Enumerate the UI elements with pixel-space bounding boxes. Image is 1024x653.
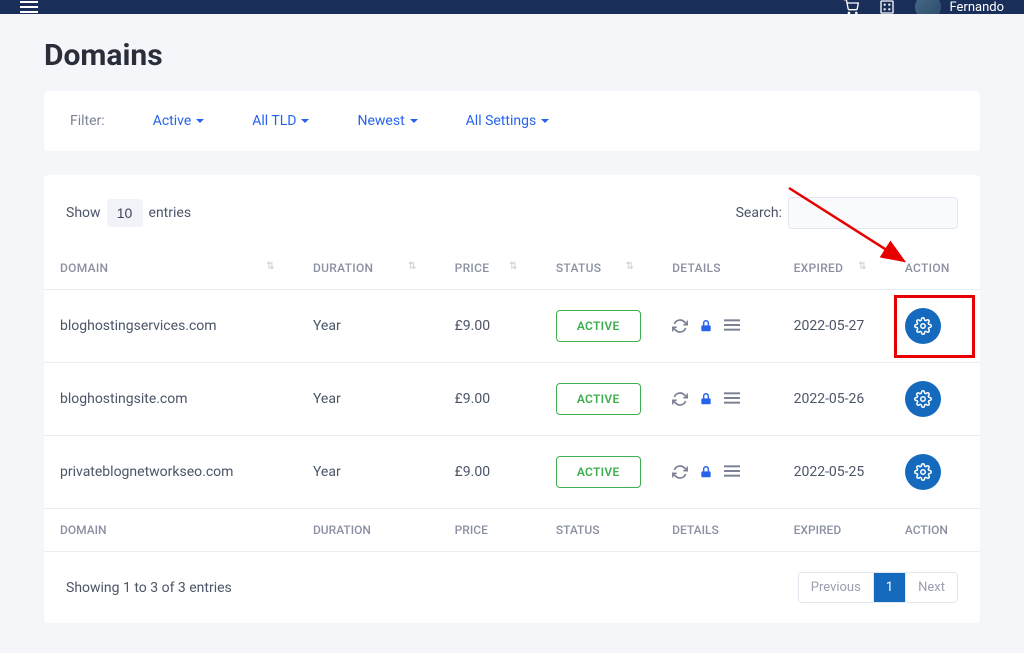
settings-action-button[interactable]	[905, 381, 941, 417]
pagination: Previous 1 Next	[798, 572, 958, 603]
refresh-icon[interactable]	[672, 464, 688, 480]
foot-duration: DURATION	[297, 509, 439, 552]
table-row: bloghostingservices.com Year £9.00 ACTIV…	[44, 290, 980, 363]
sort-icon: ⇅	[858, 261, 867, 272]
filter-bar: Filter: Active All TLD Newest All Settin…	[44, 91, 980, 151]
user-menu[interactable]: Fernando	[915, 0, 1004, 14]
col-expired[interactable]: EXPIRED⇅	[778, 247, 889, 290]
page-number-button[interactable]: 1	[874, 573, 906, 602]
status-badge: ACTIVE	[556, 310, 641, 342]
filter-status-dropdown[interactable]: Active	[153, 113, 205, 129]
chevron-down-icon	[301, 119, 309, 123]
col-details[interactable]: DETAILS	[656, 247, 777, 290]
sort-icon: ⇅	[509, 261, 518, 272]
lock-icon[interactable]	[698, 391, 714, 407]
col-duration[interactable]: DURATION⇅	[297, 247, 439, 290]
cell-domain: bloghostingsite.com	[44, 363, 297, 436]
filter-tld-dropdown[interactable]: All TLD	[252, 113, 309, 129]
list-icon[interactable]	[724, 318, 740, 334]
page-title: Domains	[0, 14, 1024, 91]
foot-action: ACTION	[889, 509, 980, 552]
show-suffix: entries	[149, 205, 192, 221]
sort-icon: ⇅	[266, 261, 275, 272]
foot-expired: EXPIRED	[778, 509, 889, 552]
domains-table: DOMAIN⇅ DURATION⇅ PRICE⇅ STATUS⇅ DETAILS…	[44, 247, 980, 552]
col-status[interactable]: STATUS⇅	[540, 247, 656, 290]
top-navigation-bar: Fernando	[0, 0, 1024, 14]
cart-icon[interactable]	[843, 0, 859, 14]
domains-table-card: Show entries Search: DOMAIN⇅ DURATION⇅ P…	[44, 175, 980, 623]
list-icon[interactable]	[724, 464, 740, 480]
cell-duration: Year	[297, 290, 439, 363]
cell-action	[889, 290, 980, 363]
cell-expired: 2022-05-27	[778, 290, 889, 363]
entries-length-control: Show entries	[66, 199, 191, 227]
cell-details	[656, 290, 777, 363]
refresh-icon[interactable]	[672, 391, 688, 407]
foot-price: PRICE	[439, 509, 540, 552]
cell-details	[656, 436, 777, 509]
filter-settings-dropdown[interactable]: All Settings	[466, 113, 550, 129]
menu-hamburger-icon[interactable]	[20, 1, 38, 13]
lock-icon[interactable]	[698, 464, 714, 480]
cell-details	[656, 363, 777, 436]
table-row: privateblognetworkseo.com Year £9.00 ACT…	[44, 436, 980, 509]
foot-details: DETAILS	[656, 509, 777, 552]
cell-domain: privateblognetworkseo.com	[44, 436, 297, 509]
settings-action-button[interactable]	[905, 454, 941, 490]
avatar	[915, 0, 941, 14]
cell-status: ACTIVE	[540, 290, 656, 363]
settings-action-button[interactable]	[905, 308, 941, 344]
user-name: Fernando	[949, 0, 1004, 14]
cell-action	[889, 363, 980, 436]
search-input[interactable]	[788, 197, 958, 229]
sort-icon: ⇅	[625, 261, 634, 272]
cell-expired: 2022-05-25	[778, 436, 889, 509]
cell-price: £9.00	[439, 290, 540, 363]
page-previous-button[interactable]: Previous	[799, 573, 874, 602]
building-icon[interactable]	[879, 0, 895, 14]
chevron-down-icon	[410, 119, 418, 123]
chevron-down-icon	[196, 119, 204, 123]
page-next-button[interactable]: Next	[906, 573, 957, 602]
show-prefix: Show	[66, 205, 101, 221]
sort-icon: ⇅	[408, 261, 417, 272]
cell-status: ACTIVE	[540, 436, 656, 509]
foot-status: STATUS	[540, 509, 656, 552]
refresh-icon[interactable]	[672, 318, 688, 334]
status-badge: ACTIVE	[556, 383, 641, 415]
col-domain[interactable]: DOMAIN⇅	[44, 247, 297, 290]
cell-price: £9.00	[439, 436, 540, 509]
filter-sort-dropdown[interactable]: Newest	[357, 113, 417, 129]
col-action[interactable]: ACTION	[889, 247, 980, 290]
status-badge: ACTIVE	[556, 456, 641, 488]
cell-price: £9.00	[439, 363, 540, 436]
cell-status: ACTIVE	[540, 363, 656, 436]
chevron-down-icon	[541, 119, 549, 123]
cell-action	[889, 436, 980, 509]
filter-label: Filter:	[70, 113, 105, 129]
entries-count-input[interactable]	[107, 199, 143, 227]
search-label: Search:	[736, 205, 782, 221]
cell-duration: Year	[297, 363, 439, 436]
cell-domain: bloghostingservices.com	[44, 290, 297, 363]
cell-expired: 2022-05-26	[778, 363, 889, 436]
foot-domain: DOMAIN	[44, 509, 297, 552]
lock-icon[interactable]	[698, 318, 714, 334]
table-row: bloghostingsite.com Year £9.00 ACTIVE 20…	[44, 363, 980, 436]
list-icon[interactable]	[724, 391, 740, 407]
col-price[interactable]: PRICE⇅	[439, 247, 540, 290]
table-info: Showing 1 to 3 of 3 entries	[66, 580, 232, 596]
cell-duration: Year	[297, 436, 439, 509]
